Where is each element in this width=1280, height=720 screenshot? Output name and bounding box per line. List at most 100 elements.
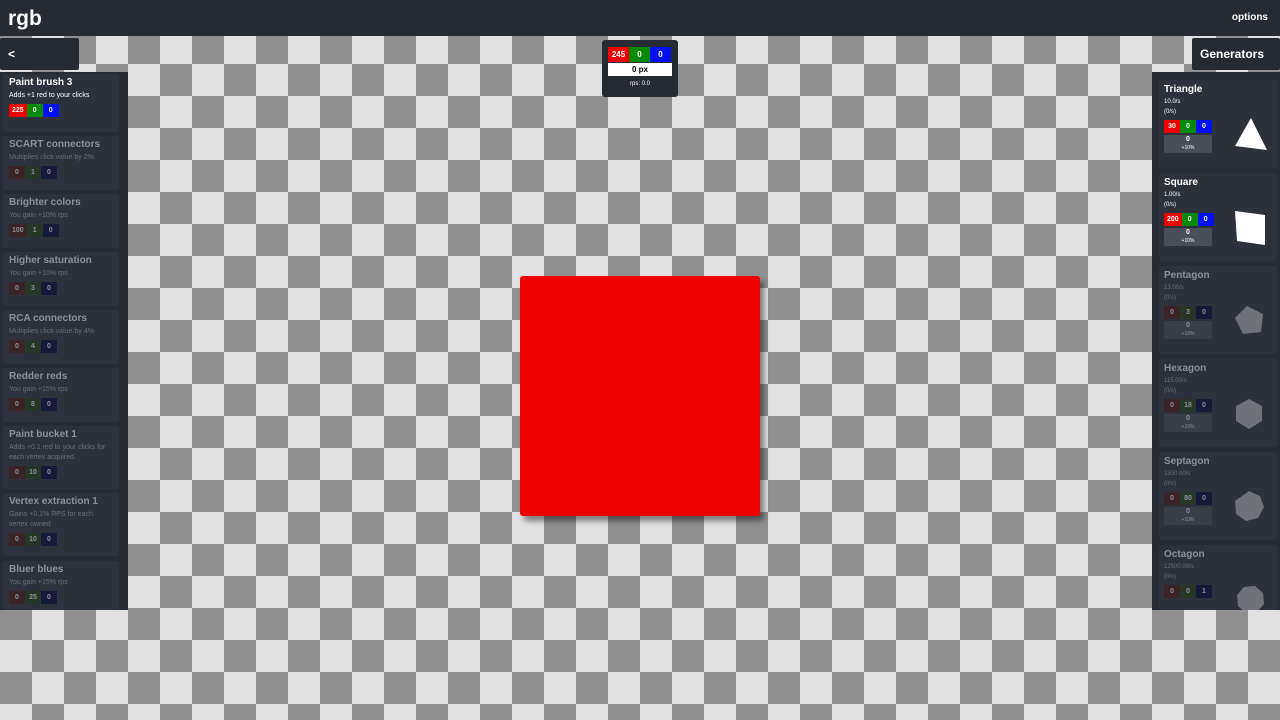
upgrade-card-rca-connectors[interactable]: RCA connectors Multiplies click value by… (3, 310, 119, 364)
upgrade-desc: You gain +10% rps (9, 270, 68, 277)
cost-green: 10 (25, 533, 41, 546)
cost-blue: 0 (1196, 492, 1212, 505)
upgrade-card-brighter-colors[interactable]: Brighter colors You gain +10% rps 100 1 … (3, 194, 119, 248)
generator-title: Pentagon (1164, 270, 1210, 281)
cost-green: 25 (25, 591, 41, 604)
app-logo: rgb (8, 7, 42, 30)
cost-red: 0 (9, 398, 25, 411)
generator-card-square[interactable]: Square 1.00/s (0/s) 200 0 0 0 +10% (1159, 173, 1277, 261)
cost-blue: 0 (41, 398, 57, 411)
generator-count-value: 0 (1186, 415, 1190, 422)
cost-blue: 1 (1196, 585, 1212, 598)
cost-red: 0 (9, 591, 25, 604)
generator-bonus: +10% (1181, 145, 1195, 151)
generator-rate: 10.0/s (1164, 99, 1181, 105)
upgrade-desc: You gain +15% rps (9, 386, 68, 393)
upgrade-title: Paint bucket 1 (9, 429, 77, 440)
upgrade-title: Redder reds (9, 371, 68, 382)
generator-title: Septagon (1164, 456, 1210, 467)
upgrade-desc: Multiplies click value by 2% (9, 154, 94, 161)
generator-card-hexagon[interactable]: Hexagon 115.00/s (0/s) 0 18 0 0 +10% (1159, 359, 1277, 447)
resource-counter: 245 0 0 0 px rps: 0.0 (602, 40, 678, 97)
cost-green: 10 (25, 466, 41, 479)
generator-rate: 115.00/s (1164, 378, 1187, 384)
upgrade-cost: 0 3 0 (9, 282, 113, 295)
cost-red: 30 (1164, 120, 1180, 133)
cost-green: 3 (1180, 306, 1196, 319)
cost-green: 18 (1180, 399, 1196, 412)
upgrade-cost: 0 25 0 (9, 591, 113, 604)
generator-count-value: 0 (1186, 136, 1190, 143)
generator-bonus: +10% (1181, 238, 1195, 244)
cost-blue: 0 (1196, 306, 1212, 319)
upgrade-card-paint-bucket-1[interactable]: Paint bucket 1 Adds +0.1 red to your cli… (3, 426, 119, 489)
paint-click-square[interactable] (520, 276, 760, 516)
upgrade-desc: Multiplies click value by 4% (9, 328, 94, 335)
septagon-icon (1235, 491, 1264, 521)
cost-blue: 0 (41, 533, 57, 546)
cost-red: 0 (9, 282, 25, 295)
generator-card-pentagon[interactable]: Pentagon 13.00/s (0/s) 0 3 0 0 +10% (1159, 266, 1277, 354)
cost-blue: 0 (1197, 213, 1214, 226)
upgrade-cost: 0 1 0 (9, 166, 113, 179)
upgrade-title: Bluer blues (9, 564, 64, 575)
generator-count: 0 +10% (1164, 414, 1212, 432)
upgrade-desc: Adds +0.1 red to your clicks for each ve… (9, 444, 106, 461)
upgrade-title: Higher saturation (9, 255, 92, 266)
upgrade-card-paint-brush-3[interactable]: Paint brush 3 Adds +1 red to your clicks… (3, 74, 119, 132)
upgrade-cost: 0 8 0 (9, 398, 113, 411)
upgrades-panel: Paint brush 3 Adds +1 red to your clicks… (0, 72, 128, 610)
generator-bonus: +10% (1181, 517, 1195, 523)
cost-green: 80 (1180, 492, 1196, 505)
hexagon-icon (1236, 399, 1262, 429)
red-count: 245 (608, 47, 629, 62)
generators-panel: Triangle 10.0/s (0/s) 30 0 0 0 +10% Squa… (1152, 72, 1280, 610)
generator-rate: 1.00/s (1164, 192, 1181, 198)
upgrade-card-bluer-blues[interactable]: Bluer blues You gain +15% rps 0 25 0 (3, 561, 119, 610)
upgrade-desc: Gains +0.1% RPS for each vertex owned (9, 511, 93, 528)
generator-count: 0 +10% (1164, 228, 1212, 246)
cost-red: 0 (9, 166, 25, 179)
cost-red: 200 (1164, 213, 1182, 226)
generator-count-value: 0 (1186, 229, 1190, 236)
blue-count: 0 (650, 47, 671, 62)
options-button[interactable]: options (1232, 12, 1268, 23)
generator-card-septagon[interactable]: Septagon 1500.00/s (0/s) 0 80 0 0 +10% (1159, 452, 1277, 540)
cost-blue: 0 (41, 282, 57, 295)
cost-red: 0 (9, 340, 25, 353)
generator-count-value: 0 (1186, 508, 1190, 515)
upgrade-cost: 0 4 0 (9, 340, 113, 353)
top-bar: rgb options (0, 0, 1280, 36)
upgrade-cost: 100 1 0 (9, 224, 113, 237)
upgrade-card-scart-connectors[interactable]: SCART connectors Multiplies click value … (3, 136, 119, 190)
upgrade-title: RCA connectors (9, 313, 87, 324)
cost-green: 8 (25, 398, 41, 411)
cost-blue: 0 (41, 466, 57, 479)
upgrade-card-vertex-extraction-1[interactable]: Vertex extraction 1 Gains +0.1% RPS for … (3, 493, 119, 556)
cost-red: 0 (1164, 585, 1180, 598)
cost-red: 0 (1164, 306, 1180, 319)
cost-red: 0 (9, 533, 25, 546)
upgrade-title: Brighter colors (9, 197, 81, 208)
upgrade-desc: You gain +10% rps (9, 212, 68, 219)
upgrade-card-higher-saturation[interactable]: Higher saturation You gain +10% rps 0 3 … (3, 252, 119, 306)
generator-card-triangle[interactable]: Triangle 10.0/s (0/s) 30 0 0 0 +10% (1159, 80, 1277, 168)
upgrade-card-redder-reds[interactable]: Redder reds You gain +15% rps 0 8 0 (3, 368, 119, 422)
generator-rate: 13.00/s (1164, 285, 1184, 291)
generator-bonus: +10% (1181, 331, 1195, 337)
generator-rate: 12500.00/s (1164, 564, 1194, 570)
cost-red: 100 (9, 224, 27, 237)
cost-green: 3 (25, 282, 41, 295)
cost-red: 0 (9, 466, 25, 479)
generator-card-octagon[interactable]: Octagon 12500.00/s (0/s) 0 0 1 (1159, 545, 1277, 610)
upgrades-tab-button[interactable]: < Upgrades (0, 38, 79, 93)
upgrade-cost: 225 0 0 (9, 104, 113, 117)
generators-tab-button[interactable]: Generators > (1192, 38, 1280, 93)
generator-count: 0 +10% (1164, 507, 1212, 525)
cost-green: 0 (1181, 213, 1198, 226)
cost-blue: 0 (41, 340, 57, 353)
cost-red: 0 (1164, 492, 1180, 505)
upgrade-cost: 0 10 0 (9, 466, 113, 479)
cost-green: 1 (25, 166, 41, 179)
upgrade-title: Vertex extraction 1 (9, 496, 98, 507)
